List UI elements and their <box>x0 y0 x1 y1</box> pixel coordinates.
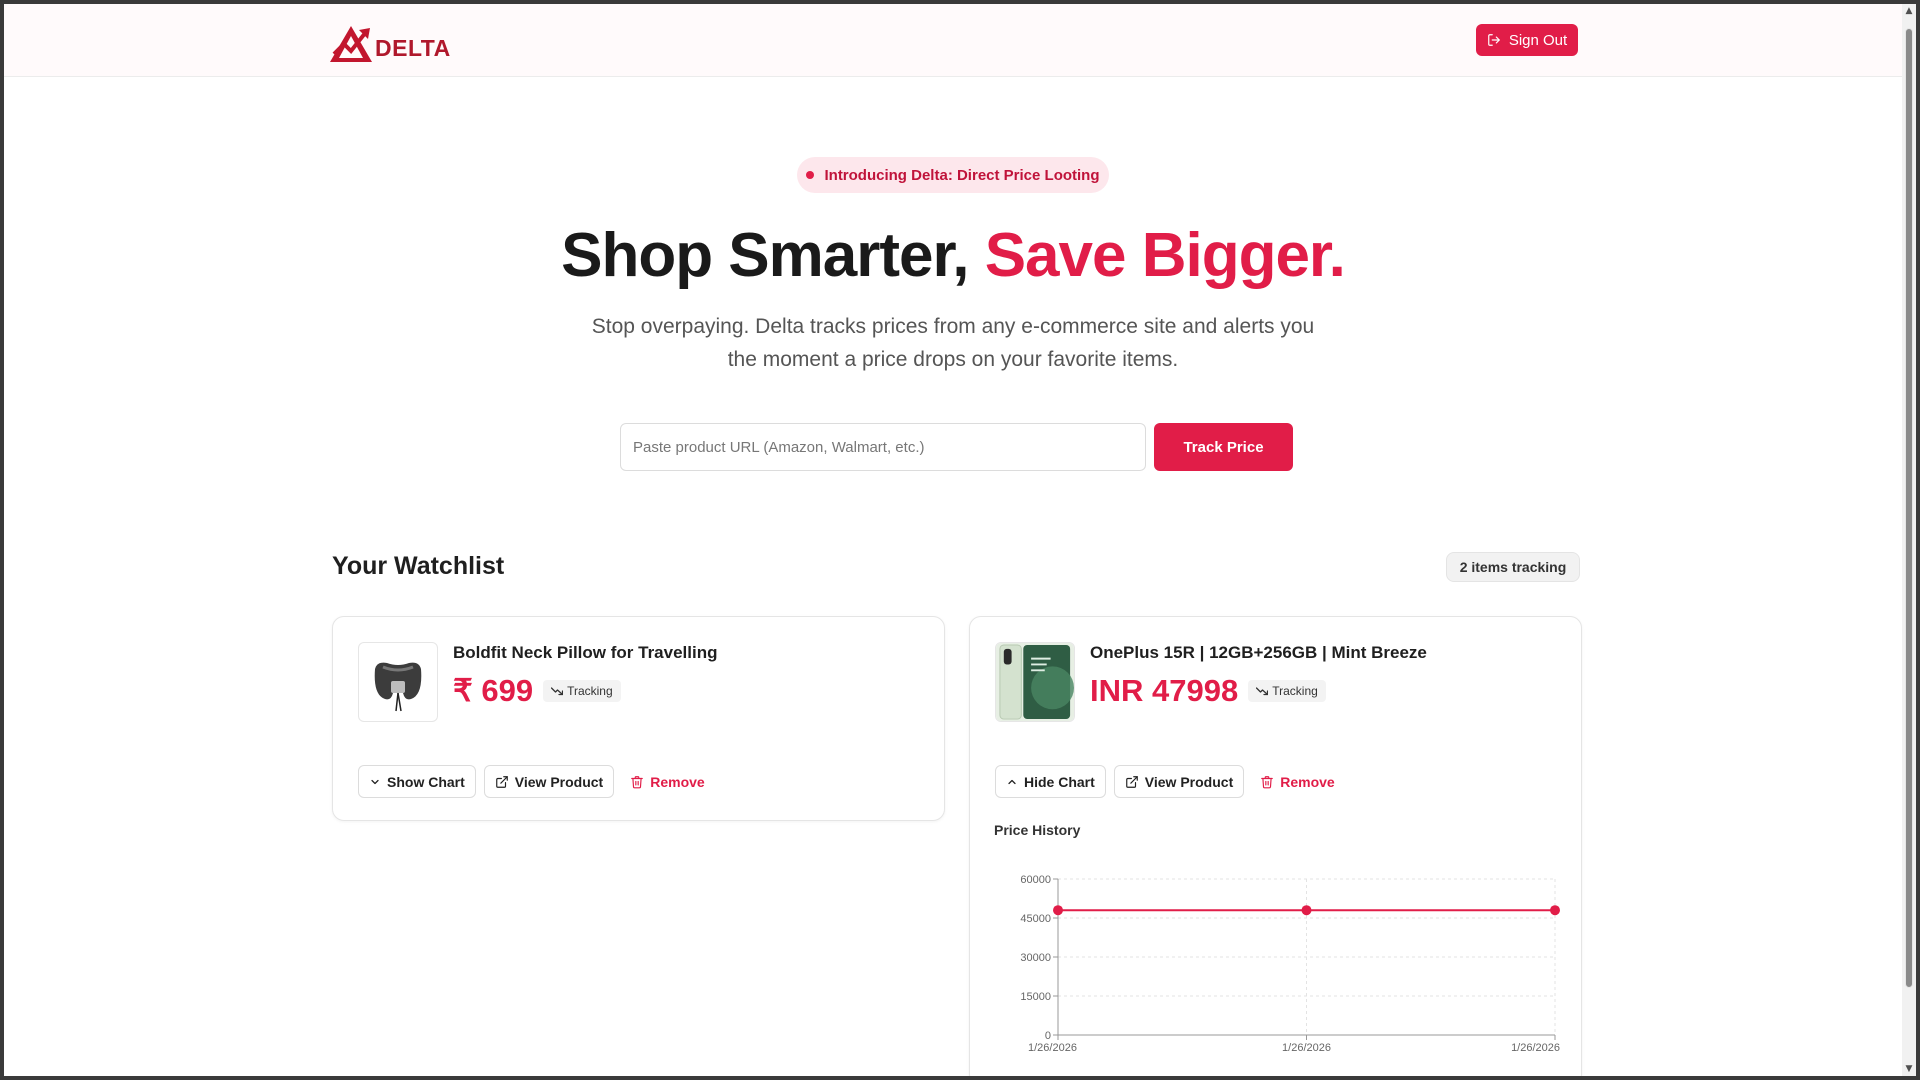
chart-title: Price History <box>994 822 1081 838</box>
remove-label: Remove <box>1280 773 1335 790</box>
scroll-down-arrow-icon[interactable]: ▼ <box>1902 1062 1916 1076</box>
intro-badge: Introducing Delta: Direct Price Looting <box>797 157 1109 193</box>
hero-title-accent: Save Bigger. <box>984 221 1346 290</box>
delta-logo-icon <box>330 26 372 62</box>
sign-out-button[interactable]: Sign Out <box>1476 24 1578 56</box>
tracking-label: Tracking <box>567 684 613 698</box>
product-price: ₹ 699 <box>453 673 534 708</box>
neck-pillow-image <box>374 662 422 712</box>
view-product-label: View Product <box>514 773 604 790</box>
external-link-icon <box>495 775 508 788</box>
trend-down-icon <box>1256 687 1269 696</box>
sign-out-label: Sign Out <box>1508 31 1568 49</box>
badge-text: Introducing Delta: Direct Price Looting <box>824 166 1100 184</box>
watchlist-card: Boldfit Neck Pillow for Travelling ₹ 699… <box>332 616 945 821</box>
hero-subtitle: Stop overpaying. Delta tracks prices fro… <box>591 315 1315 371</box>
hero-title-main: Shop Smarter, <box>561 221 985 290</box>
card-actions: Show Chart View Product Remove <box>358 765 713 798</box>
badge-dot <box>806 171 815 179</box>
tracking-badge: Tracking <box>1248 680 1326 702</box>
external-link-icon <box>1125 775 1138 788</box>
vertical-scrollbar[interactable]: ▲ ▼ <box>1902 4 1916 1076</box>
price-row: ₹ 699 Tracking <box>453 673 621 709</box>
view-product-button[interactable]: View Product <box>1113 765 1245 798</box>
hide-chart-label: Hide Chart <box>1024 773 1095 790</box>
price-history-chart: 0 15000 30000 45000 60000 1/26/2026 1/26/2026 1… <box>1020 874 1560 1054</box>
remove-button[interactable]: Remove <box>622 765 712 798</box>
phone-image <box>996 643 1074 721</box>
trash-icon <box>1261 775 1274 788</box>
track-price-button[interactable]: Track Price <box>1154 423 1293 471</box>
data-point <box>1053 905 1063 916</box>
top-header: DELTA Sign Out <box>4 4 1902 77</box>
data-point <box>1301 905 1312 916</box>
price-row: INR 47998 Tracking <box>1090 673 1326 709</box>
scroll-up-arrow-icon[interactable]: ▲ <box>1902 4 1916 18</box>
product-thumbnail[interactable] <box>358 642 438 722</box>
product-name: Boldfit Neck Pillow for Travelling <box>453 643 718 662</box>
watchlist-title: Your Watchlist <box>332 552 505 580</box>
watchlist-card: OnePlus 15R | 12GB+256GB | Mint Breeze I… <box>969 616 1582 1076</box>
sign-out-icon <box>1487 34 1500 46</box>
data-point <box>1550 905 1560 916</box>
logo-text: DELTA <box>375 35 451 61</box>
product-url-input[interactable] <box>620 423 1146 471</box>
remove-label: Remove <box>650 773 705 790</box>
watchlist-count-badge: 2 items tracking <box>1446 552 1580 582</box>
x-tick-label: 1/26/2026 <box>1282 1042 1331 1054</box>
trash-icon <box>631 775 644 788</box>
show-chart-label: Show Chart <box>387 773 465 790</box>
hide-chart-button[interactable]: Hide Chart <box>995 765 1106 798</box>
y-tick-label: 45000 <box>1020 913 1051 925</box>
product-thumbnail[interactable] <box>995 642 1075 722</box>
view-product-button[interactable]: View Product <box>483 765 615 798</box>
tracking-label: Tracking <box>1272 684 1318 698</box>
y-tick-label: 0 <box>1045 1030 1051 1042</box>
x-tick-label: 1/26/2026 <box>1028 1042 1077 1054</box>
y-tick-label: 15000 <box>1020 991 1051 1003</box>
view-product-label: View Product <box>1144 773 1234 790</box>
browser-viewport: DELTA Sign Out Introducing Delta: Direct… <box>4 4 1902 1076</box>
x-tick-label: 1/26/2026 <box>1511 1042 1560 1054</box>
y-tick-label: 60000 <box>1020 874 1051 886</box>
card-actions: Hide Chart View Product Remove <box>995 765 1343 798</box>
product-price: INR 47998 <box>1090 673 1239 708</box>
show-chart-button[interactable]: Show Chart <box>358 765 476 798</box>
scrollbar-thumb[interactable] <box>1905 28 1913 988</box>
trend-down-icon <box>551 687 564 696</box>
chevron-up-icon <box>1008 779 1016 784</box>
hero-title: Shop Smarter, Save Bigger. <box>4 220 1902 291</box>
remove-button[interactable]: Remove <box>1252 765 1342 798</box>
logo[interactable]: DELTA <box>328 20 451 64</box>
tracking-badge: Tracking <box>543 680 621 702</box>
product-name: OnePlus 15R | 12GB+256GB | Mint Breeze <box>1090 643 1427 662</box>
y-tick-label: 30000 <box>1020 952 1051 964</box>
chevron-down-icon <box>371 779 379 784</box>
